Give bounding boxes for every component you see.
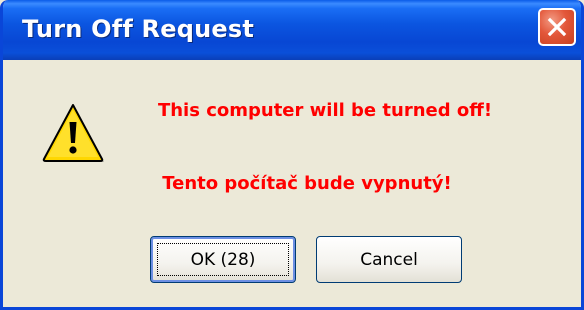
dialog-body: This computer will be turned off! Tento … [3,60,581,307]
cancel-button-label: Cancel [360,249,418,270]
turn-off-dialog: Turn Off Request This computer will be t… [0,0,584,310]
close-icon [547,17,567,37]
warning-message-english: This computer will be turned off! [157,100,493,121]
ok-button[interactable]: OK (28) [150,236,296,283]
title-bar[interactable]: Turn Off Request [3,0,581,60]
warning-message-slovak: Tento počítač bude vypnutý! [162,173,452,194]
window-title: Turn Off Request [22,15,254,43]
focus-rectangle [157,243,289,276]
cancel-button[interactable]: Cancel [316,236,462,283]
close-button[interactable] [538,8,576,46]
